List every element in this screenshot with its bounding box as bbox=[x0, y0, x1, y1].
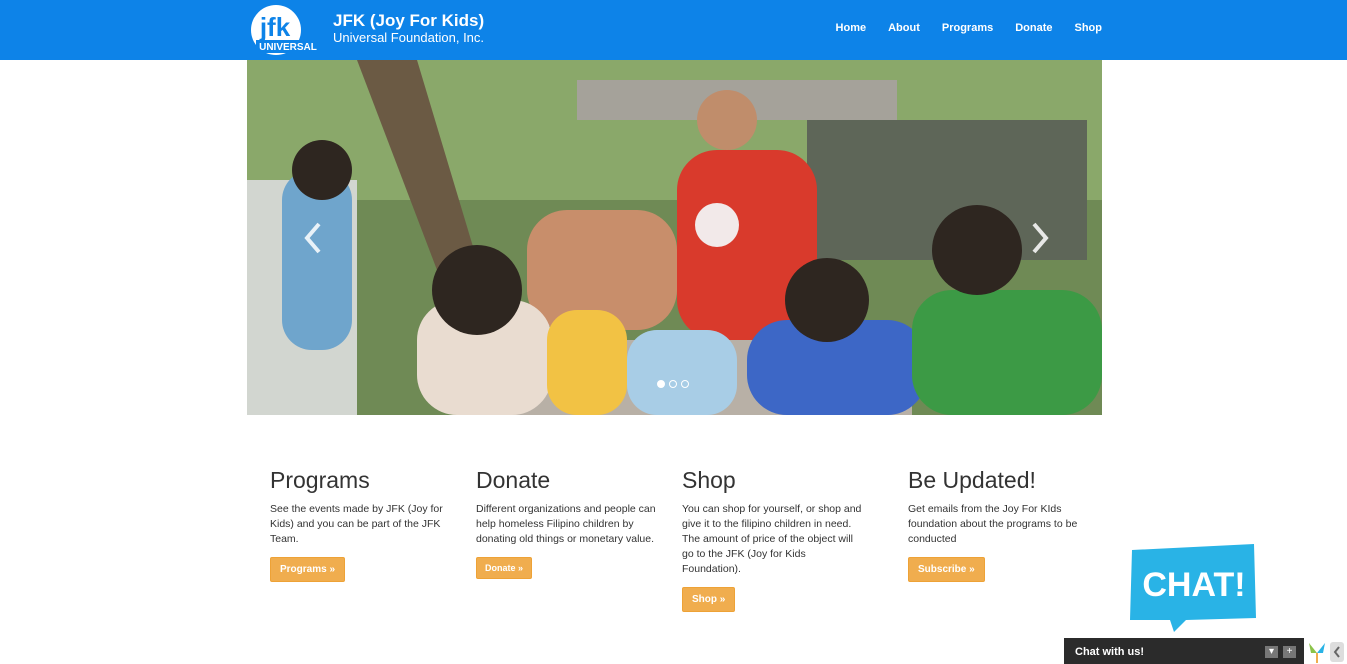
nav-shop[interactable]: Shop bbox=[1075, 22, 1103, 34]
section-text: Get emails from the Joy For KIds foundat… bbox=[908, 503, 1078, 545]
pinwheel-icon[interactable] bbox=[1305, 640, 1329, 664]
brand-subtitle: Universal Foundation, Inc. bbox=[333, 30, 485, 45]
hero-photo bbox=[247, 60, 1102, 415]
logo-text: jfk bbox=[259, 12, 291, 42]
donate-button[interactable]: Donate » bbox=[476, 557, 533, 579]
shop-button[interactable]: Shop » bbox=[682, 587, 736, 612]
section-text: Different organizations and people can h… bbox=[476, 503, 656, 545]
section-heading: Shop bbox=[682, 467, 736, 493]
top-navbar: jfk UNIVERSAL JFK (Joy For Kids) Univers… bbox=[0, 0, 1347, 60]
section-heading: Programs bbox=[270, 467, 370, 493]
section-text: See the events made by JFK (Joy for Kids… bbox=[270, 503, 443, 545]
section-heading: Be Updated! bbox=[908, 467, 1036, 493]
logo-subtext: UNIVERSAL bbox=[259, 42, 317, 53]
chat-bar-label: Chat with us! bbox=[1075, 646, 1145, 658]
nav-about[interactable]: About bbox=[888, 22, 920, 34]
chevron-left-icon bbox=[304, 222, 321, 254]
plus-icon[interactable]: + bbox=[1283, 646, 1296, 658]
main-nav: Home About Programs Donate Shop bbox=[814, 22, 1102, 34]
carousel-dot[interactable] bbox=[669, 380, 677, 388]
hero-carousel[interactable] bbox=[247, 60, 1102, 415]
carousel-dot[interactable] bbox=[657, 380, 665, 388]
chevron-right-icon bbox=[1032, 222, 1049, 254]
minimize-icon[interactable]: ▾ bbox=[1265, 646, 1278, 658]
chat-bubble[interactable]: CHAT! bbox=[1126, 542, 1258, 634]
subscribe-button[interactable]: Subscribe » bbox=[908, 557, 985, 582]
updates-section: Be Updated! Get emails from the Joy For … bbox=[908, 466, 1083, 582]
carousel-indicators bbox=[657, 380, 693, 388]
nav-programs[interactable]: Programs bbox=[942, 22, 993, 34]
carousel-next-arrow[interactable] bbox=[1029, 220, 1051, 256]
chat-bar[interactable]: Chat with us! ▾ + bbox=[1064, 638, 1304, 664]
programs-section: Programs See the events made by JFK (Joy… bbox=[270, 466, 450, 582]
programs-button[interactable]: Programs » bbox=[270, 557, 346, 582]
donate-section: Donate Different organizations and peopl… bbox=[476, 466, 666, 579]
shop-section: Shop You can shop for yourself, or shop … bbox=[682, 466, 867, 612]
nav-donate[interactable]: Donate bbox=[1015, 22, 1052, 34]
nav-home[interactable]: Home bbox=[836, 22, 867, 34]
jfk-universal-logo[interactable]: jfk UNIVERSAL bbox=[248, 3, 320, 57]
carousel-dot[interactable] bbox=[681, 380, 689, 388]
section-heading: Donate bbox=[476, 467, 551, 493]
collapse-arrow-icon[interactable] bbox=[1330, 642, 1344, 662]
chat-bubble-text: CHAT! bbox=[1142, 566, 1245, 604]
carousel-prev-arrow[interactable] bbox=[302, 220, 324, 256]
brand-title[interactable]: JFK (Joy For Kids) bbox=[333, 11, 484, 31]
section-text: You can shop for yourself, or shop and g… bbox=[682, 503, 862, 575]
